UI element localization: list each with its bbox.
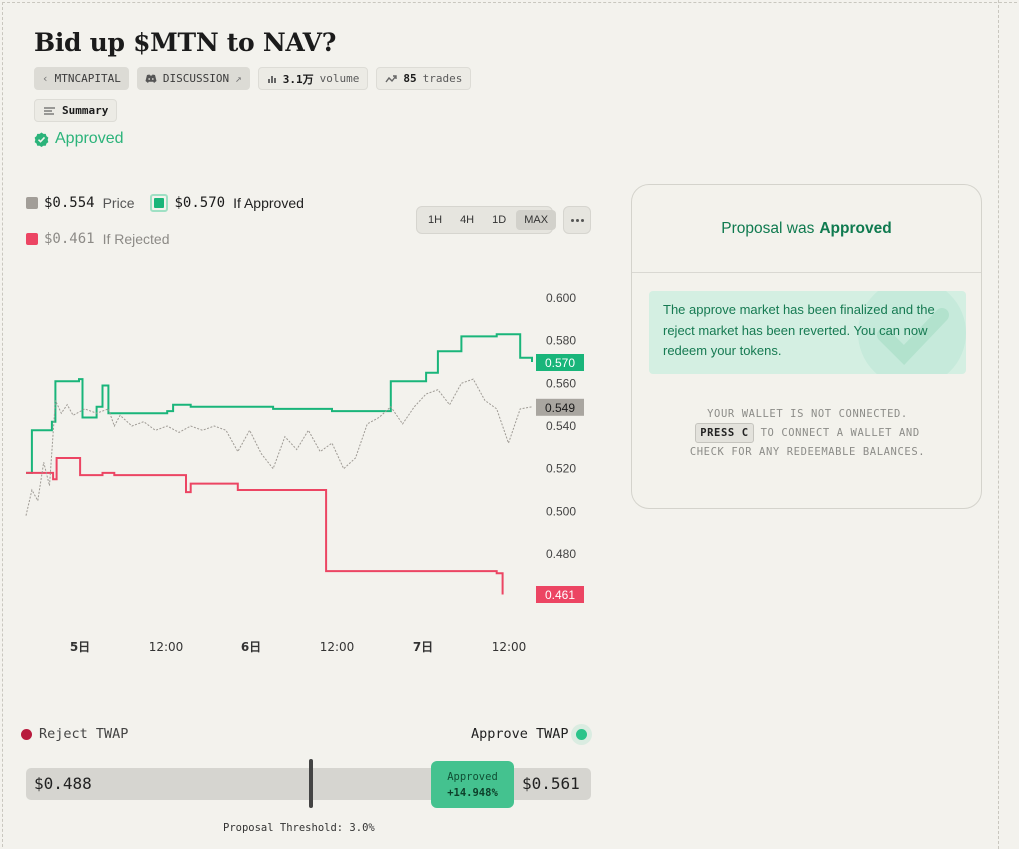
x-tick-label: 12:00: [149, 640, 184, 654]
legend-row-1: $0.554 Price $0.570 If Approved: [26, 194, 304, 212]
x-tick-label: 7日: [413, 640, 433, 654]
page-frame-right: [998, 0, 999, 849]
discord-icon: [145, 74, 157, 83]
wallet-line-2: TO CONNECT A WALLET AND: [760, 427, 920, 439]
y-tick-label: 0.560: [546, 376, 576, 390]
pill-percent: +14.948%: [447, 786, 498, 799]
wallet-line-1: YOUR WALLET IS NOT CONNECTED.: [707, 408, 908, 420]
timeframe-1d[interactable]: 1D: [484, 210, 514, 230]
price-label: Price: [102, 195, 135, 211]
volume-value: 3.1万: [282, 72, 314, 86]
rejected-series-line: [26, 457, 504, 595]
x-tick-label: 12:00: [320, 640, 355, 654]
x-tick-label: 5日: [70, 640, 90, 654]
summary-button[interactable]: Summary: [34, 99, 118, 122]
pill-label: Approved: [447, 770, 498, 783]
volume-label: volume: [319, 72, 360, 85]
card-header: Proposal was Approved: [632, 185, 981, 273]
timeframe-max[interactable]: MAX: [516, 210, 557, 230]
y-tick-label: 0.580: [546, 334, 576, 348]
legend-row-2: $0.461 If Rejected: [26, 231, 170, 247]
price-end-label: 0.549: [545, 401, 575, 415]
approved-swatch: [150, 194, 169, 212]
volume-chip: 3.1万 volume: [257, 67, 369, 90]
approve-twap-value: $0.561: [522, 774, 580, 793]
approved-label: If Approved: [233, 195, 304, 211]
price-chart: 0.600 0.580 0.560 0.540 0.520 0.500 0.480 5日 12:…: [25, 291, 584, 654]
status-badge: Approved: [34, 130, 124, 148]
approved-value: $0.570: [174, 195, 226, 211]
rejected-end-label: 0.461: [545, 588, 575, 602]
rejected-label: If Rejected: [102, 231, 170, 247]
trades-icon: [385, 74, 398, 82]
x-tick-label: 12:00: [492, 640, 527, 654]
more-dots-icon: [570, 218, 574, 222]
proposal-card: Proposal was Approved The approve market…: [631, 184, 982, 509]
y-tick-label: 0.480: [546, 547, 576, 561]
check-badge-icon: [34, 131, 49, 147]
approve-dot-icon: [575, 728, 587, 740]
summary-label: Summary: [62, 104, 109, 117]
approve-twap-label: Approve TWAP: [471, 726, 569, 742]
approved-pct-pill: Approved +14.948%: [431, 761, 514, 808]
reject-twap-value: $0.488: [34, 774, 92, 793]
timeframe-selector: 1H 4H 1D MAX: [416, 206, 557, 234]
status-text: Approved: [55, 130, 124, 147]
finalized-notice: The approve market has been finalized an…: [649, 291, 966, 374]
trades-value: 85: [403, 72, 417, 85]
price-value: $0.554: [44, 195, 95, 211]
org-back-chip[interactable]: ‹ MTNCAPITAL: [34, 67, 129, 90]
card-header-prefix: Proposal was: [721, 219, 815, 237]
threshold-label: Proposal Threshold: 3.0%: [223, 822, 375, 834]
approved-end-label: 0.570: [545, 356, 575, 370]
chevron-left-icon: ‹: [42, 72, 49, 85]
price-swatch: [26, 197, 38, 209]
approved-series-line: [26, 333, 533, 474]
y-tick-label: 0.600: [546, 291, 576, 305]
trades-chip: 85 trades: [376, 67, 472, 90]
card-header-status: Approved: [819, 219, 892, 237]
external-link-icon: ↗: [235, 72, 242, 85]
timeframe-1h[interactable]: 1H: [420, 210, 450, 230]
x-tick-label: 6日: [241, 640, 261, 654]
threshold-marker: [309, 759, 313, 808]
reject-dot-icon: [21, 728, 32, 740]
bar-chart-icon: [267, 75, 276, 83]
reject-twap-label: Reject TWAP: [39, 726, 129, 742]
rejected-swatch: [26, 233, 38, 245]
discussion-chip[interactable]: DISCUSSION ↗: [136, 67, 250, 90]
y-tick-label: 0.540: [546, 419, 576, 433]
trades-label: trades: [422, 72, 463, 85]
timeframe-4h[interactable]: 4H: [452, 210, 482, 230]
meta-chips: ‹ MTNCAPITAL DISCUSSION ↗ 3.1万 volume 85…: [34, 67, 472, 90]
press-c-key[interactable]: PRESS C: [695, 423, 754, 443]
page-title: Bid up $MTN to NAV?: [34, 28, 337, 57]
wallet-line-3: CHECK FOR ANY REDEEMABLE BALANCES.: [689, 446, 926, 458]
rejected-value: $0.461: [44, 231, 95, 247]
wallet-message: YOUR WALLET IS NOT CONNECTED. PRESS C TO…: [652, 405, 963, 461]
approve-twap-legend: Approve TWAP: [471, 726, 587, 742]
more-options-button[interactable]: [563, 206, 591, 234]
reject-twap-legend: Reject TWAP: [21, 726, 128, 742]
list-icon: [44, 106, 55, 115]
org-label: MTNCAPITAL: [54, 72, 121, 85]
y-tick-label: 0.520: [546, 462, 576, 476]
y-tick-label: 0.500: [546, 504, 576, 518]
discussion-label: DISCUSSION: [162, 72, 230, 85]
